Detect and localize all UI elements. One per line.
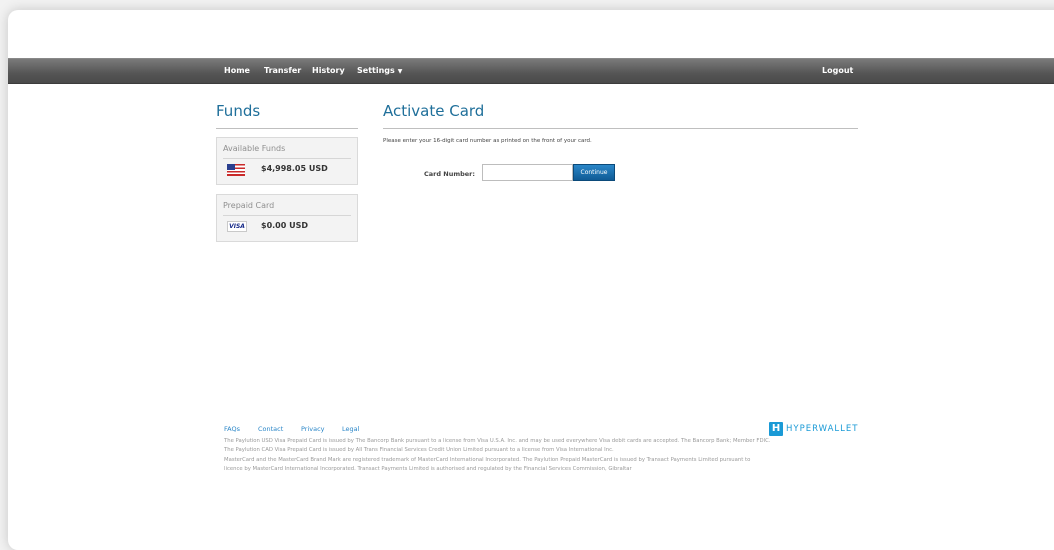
available-funds-panel: Available Funds $4,998.05 USD	[216, 137, 358, 185]
us-flag-icon	[227, 164, 245, 176]
prepaid-card-amount: $0.00 USD	[261, 221, 308, 230]
caret-down-icon: ▼	[397, 68, 403, 75]
available-funds-amount: $4,998.05 USD	[261, 164, 328, 173]
page-title: Activate Card	[383, 102, 858, 129]
prepaid-card-row: VISA $0.00 USD	[223, 216, 351, 238]
legal-line: The Paylution USD Visa Prepaid Card is i…	[224, 438, 771, 444]
nav-settings-label: Settings	[357, 66, 395, 75]
prepaid-card-panel: Prepaid Card VISA $0.00 USD	[216, 194, 358, 242]
top-navbar: Home Transfer History Settings ▼ Logout	[8, 58, 1054, 84]
nav-settings[interactable]: Settings ▼	[357, 59, 402, 83]
legal-text: The Paylution USD Visa Prepaid Card is i…	[224, 437, 864, 475]
funds-title: Funds	[216, 102, 358, 129]
prepaid-card-label: Prepaid Card	[223, 201, 351, 216]
card-number-input[interactable]	[482, 164, 573, 181]
legal-line: The Paylution CAD Visa Prepaid Card is i…	[224, 447, 614, 454]
hyperwallet-logo-mark: H	[769, 422, 783, 436]
nav-logout[interactable]: Logout	[822, 59, 853, 83]
continue-button[interactable]: Continue	[573, 164, 615, 181]
legal-line: licence by MasterCard International Inco…	[224, 466, 632, 473]
footer-link-privacy[interactable]: Privacy	[301, 425, 325, 433]
hyperwallet-logo-text: HYPERWALLET	[786, 424, 859, 434]
footer-link-contact[interactable]: Contact	[258, 425, 283, 433]
nav-history[interactable]: History	[312, 59, 345, 83]
nav-transfer[interactable]: Transfer	[264, 59, 301, 83]
footer-link-legal[interactable]: Legal	[342, 425, 359, 433]
card-number-label: Card Number:	[424, 170, 475, 178]
footer-link-faqs[interactable]: FAQs	[224, 425, 240, 433]
legal-line: MasterCard and the MasterCard Brand Mark…	[224, 456, 751, 463]
visa-icon: VISA	[227, 221, 247, 232]
available-funds-label: Available Funds	[223, 144, 351, 159]
instructions-text: Please enter your 16-digit card number a…	[383, 138, 592, 144]
available-funds-row: $4,998.05 USD	[223, 159, 351, 181]
nav-home[interactable]: Home	[224, 59, 250, 83]
